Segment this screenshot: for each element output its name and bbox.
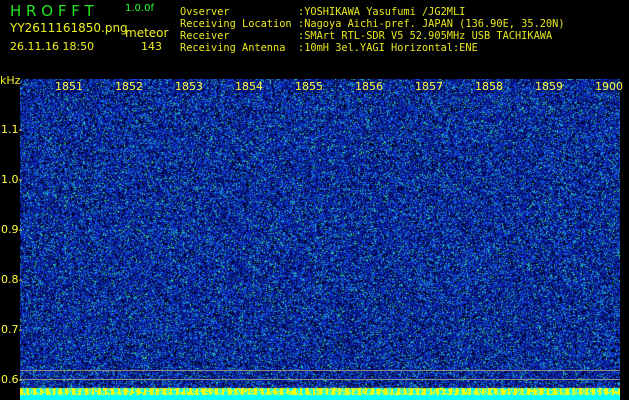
spectrogram: [20, 79, 620, 400]
y-unit-label: kHz: [0, 74, 20, 87]
datetime: 26.11.16 18:50: [10, 40, 94, 53]
reference-line: [20, 379, 620, 380]
info-label: Receiving Antenna: [180, 42, 298, 54]
time-tick-label: 1853: [175, 80, 199, 93]
version-label: 1.0.0f: [125, 3, 154, 14]
time-tick-label: 1857: [415, 80, 439, 93]
info-block: Ovserver:YOSHIKAWA Yasufumi /JG2MLI Recei…: [180, 6, 565, 54]
mode-label: meteor: [125, 26, 168, 40]
reference-line: [20, 370, 620, 371]
freq-tick-label: 1.1-: [1, 123, 22, 136]
info-row: Ovserver:YOSHIKAWA Yasufumi /JG2MLI: [180, 6, 565, 18]
app-logo: H R O F F T: [10, 2, 94, 20]
time-tick-label: 1854: [235, 80, 259, 93]
time-tick-label: 1855: [295, 80, 319, 93]
info-label: Receiving Location: [180, 18, 298, 30]
info-row: Receiver:SMArt RTL-SDR V5 52.905MHz USB …: [180, 30, 565, 42]
info-value: :10mH 3el.YAGI Horizontal:ENE: [298, 42, 478, 54]
freq-tick-label: 1.0-: [1, 173, 22, 186]
info-label: Ovserver: [180, 6, 298, 18]
time-tick-label: 1858: [475, 80, 499, 93]
time-tick-label: 1856: [355, 80, 379, 93]
filename: YY2611161850.png: [10, 21, 128, 35]
info-label: Receiver: [180, 30, 298, 42]
info-row: Receiving Location:Nagoya Aichi-pref. JA…: [180, 18, 565, 30]
info-value: :YOSHIKAWA Yasufumi /JG2MLI: [298, 6, 465, 18]
time-tick-label: 1852: [115, 80, 139, 93]
freq-tick-label: 0.6-: [1, 373, 22, 386]
info-value: :SMArt RTL-SDR V5 52.905MHz USB TACHIKAW…: [298, 30, 552, 42]
count: 143: [141, 40, 162, 53]
freq-tick-label: 0.7-: [1, 323, 22, 336]
time-tick-label: 1859: [535, 80, 559, 93]
freq-tick-label: 0.8-: [1, 273, 22, 286]
time-tick-label: 1900: [595, 80, 619, 93]
freq-tick-label: 0.9-: [1, 223, 22, 236]
info-value: :Nagoya Aichi-pref. JAPAN (136.90E, 35.2…: [298, 18, 565, 30]
time-tick-label: 1851: [55, 80, 79, 93]
info-row: Receiving Antenna:10mH 3el.YAGI Horizont…: [180, 42, 565, 54]
